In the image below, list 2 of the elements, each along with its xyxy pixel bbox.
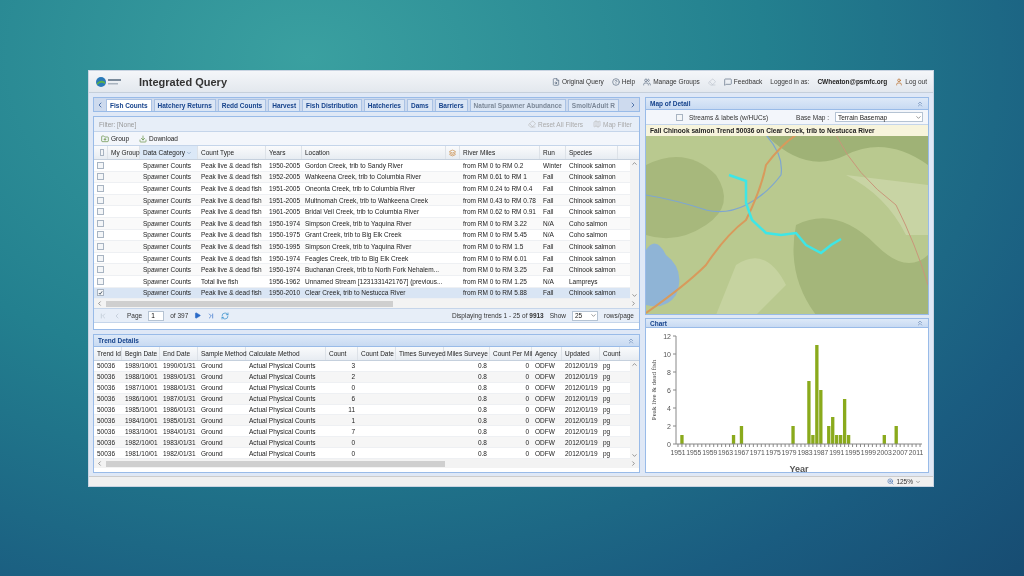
app-title: Integrated Query (139, 75, 228, 88)
axis-title: Year (789, 464, 809, 474)
